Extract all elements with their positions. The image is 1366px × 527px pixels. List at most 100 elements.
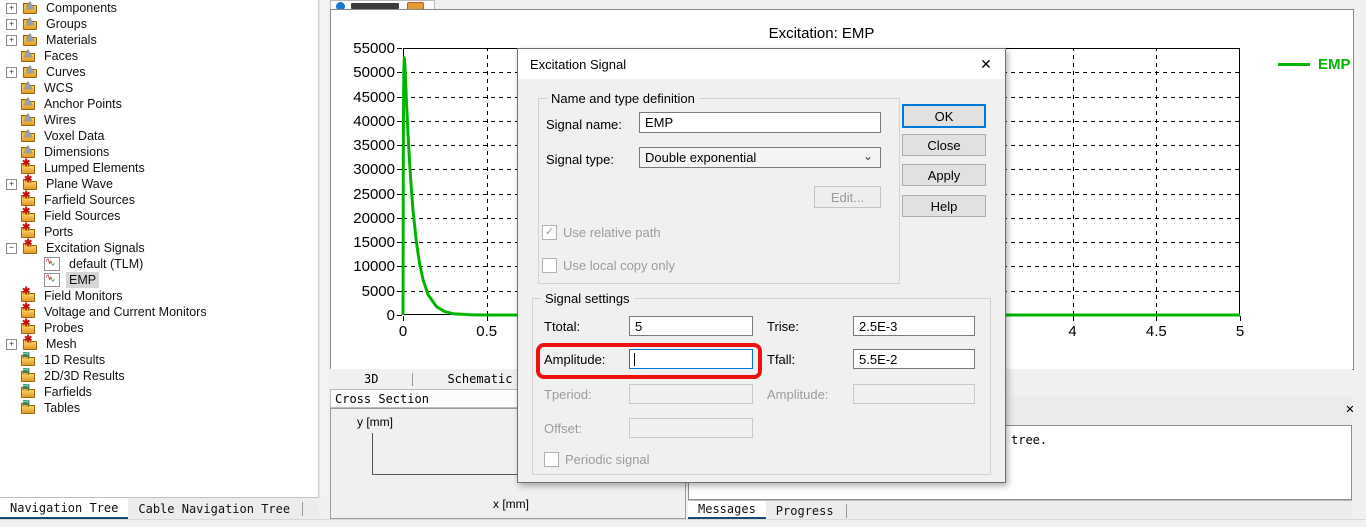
- tree-item-label: Plane Wave: [46, 177, 113, 191]
- folder-cone-icon: [21, 96, 35, 110]
- collapse-icon[interactable]: −: [6, 242, 17, 254]
- tree-item-1d-results[interactable]: ≋ 1D Results: [0, 350, 318, 368]
- tree-item-label: WCS: [44, 81, 74, 95]
- group-legend: Name and type definition: [547, 91, 699, 106]
- tree-item-2d-3d-results[interactable]: ≋ 2D/3D Results: [0, 366, 318, 384]
- tree-item-label: Components: [46, 1, 117, 15]
- apply-button[interactable]: Apply: [902, 164, 986, 186]
- folder-gear-icon: ✱: [21, 158, 35, 174]
- close-icon[interactable]: ✕: [977, 55, 995, 73]
- signal-name-input[interactable]: EMP: [639, 112, 881, 133]
- folder-cone-icon: [21, 112, 35, 126]
- application-window: + Components + Groups + Materials Faces + Curves…: [0, 0, 1366, 527]
- offset-label: Offset:: [544, 421, 583, 436]
- tree-item-default-tlm[interactable]: ∿ ∿ default (TLM): [0, 256, 318, 272]
- trise-label: Trise:: [767, 319, 800, 334]
- signal-type-dropdown[interactable]: Double exponential ⌄: [639, 147, 881, 168]
- expand-icon[interactable]: +: [6, 66, 17, 78]
- tab-3d[interactable]: 3D: [330, 372, 412, 386]
- close-button[interactable]: Close: [902, 134, 986, 156]
- amplitude-label: Amplitude:: [544, 352, 606, 367]
- folder-cone-icon: [23, 32, 37, 46]
- periodic-signal-row: Periodic signal: [544, 452, 650, 467]
- text-caret: [634, 353, 635, 366]
- tree-item-label: Farfields: [44, 385, 92, 399]
- folder-gear-icon: ✱: [23, 334, 37, 350]
- tree-item-emp[interactable]: ∿ ∿ EMP: [0, 272, 318, 288]
- ok-button[interactable]: OK: [902, 104, 986, 128]
- tree-item-label: Voltage and Current Monitors: [44, 305, 207, 319]
- dialog-titlebar[interactable]: Excitation Signal ✕: [518, 49, 1005, 79]
- tree-item-ports[interactable]: ✱ Ports: [0, 222, 318, 240]
- tree-item-farfields[interactable]: ≋ Farfields: [0, 382, 318, 400]
- tree-item-wires[interactable]: Wires: [0, 112, 318, 128]
- use-relative-path-row[interactable]: ✓ Use relative path: [542, 225, 661, 240]
- tree-item-excitation-signals[interactable]: − ✱ Excitation Signals: [0, 238, 318, 256]
- tree-item-label: EMP: [66, 272, 100, 288]
- tree-item-materials[interactable]: + Materials: [0, 32, 318, 48]
- message-text: tree.: [1011, 433, 1048, 447]
- tree-item-faces[interactable]: Faces: [0, 48, 318, 64]
- tree-item-components[interactable]: + Components: [0, 0, 318, 16]
- use-local-copy-row[interactable]: Use local copy only: [542, 258, 675, 273]
- folder-cone-icon: [21, 144, 35, 158]
- tfall-input[interactable]: 5.5E-2: [853, 349, 975, 369]
- tab-progress[interactable]: Progress: [766, 501, 844, 520]
- signal-icon: ∿ ∿: [44, 257, 60, 271]
- folder-results-icon: ≋: [21, 350, 35, 366]
- tree-item-farfield-sources[interactable]: ✱ Farfield Sources: [0, 190, 318, 208]
- tab-messages[interactable]: Messages: [688, 501, 766, 520]
- ttotal-input[interactable]: 5: [629, 316, 753, 336]
- folder-gear-icon: ✱: [23, 238, 37, 254]
- tree-item-wcs[interactable]: WCS: [0, 80, 318, 96]
- tree-item-label: Probes: [44, 321, 84, 335]
- expand-icon[interactable]: +: [6, 2, 17, 14]
- folder-gear-icon: ✱: [23, 174, 37, 190]
- tree-item-tables[interactable]: ≋ Tables: [0, 398, 318, 416]
- tab-label: Cable Navigation Tree: [138, 502, 291, 516]
- tree-item-mesh[interactable]: + ✱ Mesh: [0, 334, 318, 352]
- expand-icon[interactable]: +: [6, 178, 17, 190]
- tree-item-label: 1D Results: [44, 353, 106, 367]
- tree-item-field-sources[interactable]: ✱ Field Sources: [0, 206, 318, 224]
- amplitude-input[interactable]: [629, 349, 753, 369]
- tab-cable-navigation-tree[interactable]: Cable Navigation Tree: [128, 498, 300, 520]
- help-button[interactable]: Help: [902, 195, 986, 217]
- tree-item-groups[interactable]: + Groups: [0, 16, 318, 32]
- tree-item-label: Ports: [44, 225, 74, 239]
- trise-input[interactable]: 2.5E-3: [853, 316, 975, 336]
- edit-button[interactable]: Edit...: [814, 186, 881, 208]
- tab-label: Progress: [775, 503, 834, 518]
- tree-item-plane-wave[interactable]: + ✱ Plane Wave: [0, 174, 318, 192]
- cross-section-title: Cross Section: [335, 391, 429, 406]
- expand-icon[interactable]: +: [6, 18, 17, 30]
- close-icon[interactable]: ✕: [1340, 399, 1360, 419]
- tree-item-label: Field Sources: [44, 209, 121, 223]
- tree-item-voltage-and-current-monitors[interactable]: ✱ Voltage and Current Monitors: [0, 302, 318, 320]
- amplitude2-label: Amplitude:: [767, 387, 829, 402]
- checkbox-checked-icon[interactable]: ✓: [542, 225, 557, 240]
- y-axis-line: [372, 433, 373, 474]
- tree-item-dimensions[interactable]: Dimensions: [0, 144, 318, 160]
- folder-cone-icon: [21, 80, 35, 94]
- tree-item-label: Excitation Signals: [46, 241, 145, 255]
- folder-cone-icon: [23, 0, 37, 14]
- folder-gear-icon: ✱: [21, 286, 35, 302]
- tperiod-input: [629, 384, 753, 404]
- tree-scrollbar[interactable]: [319, 0, 328, 497]
- checkbox-unchecked-icon[interactable]: [542, 258, 557, 273]
- folder-gear-icon: ✱: [21, 206, 35, 222]
- messages-tab-bar: Messages Progress: [688, 500, 1352, 520]
- tab-label: Messages: [698, 502, 756, 516]
- tree-item-curves[interactable]: + Curves: [0, 64, 318, 80]
- tree-item-anchor-points[interactable]: Anchor Points: [0, 96, 318, 112]
- tree-item-label: Materials: [46, 33, 97, 47]
- tree-item-lumped-elements[interactable]: ✱ Lumped Elements: [0, 158, 318, 176]
- expand-icon[interactable]: +: [6, 34, 17, 46]
- tab-navigation-tree[interactable]: Navigation Tree: [0, 498, 129, 520]
- tree-item-field-monitors[interactable]: ✱ Field Monitors: [0, 286, 318, 304]
- tree-item-probes[interactable]: ✱ Probes: [0, 318, 318, 336]
- expand-icon[interactable]: +: [6, 338, 17, 350]
- tperiod-label: Tperiod:: [544, 387, 592, 402]
- tree-item-voxel-data[interactable]: Voxel Data: [0, 128, 318, 144]
